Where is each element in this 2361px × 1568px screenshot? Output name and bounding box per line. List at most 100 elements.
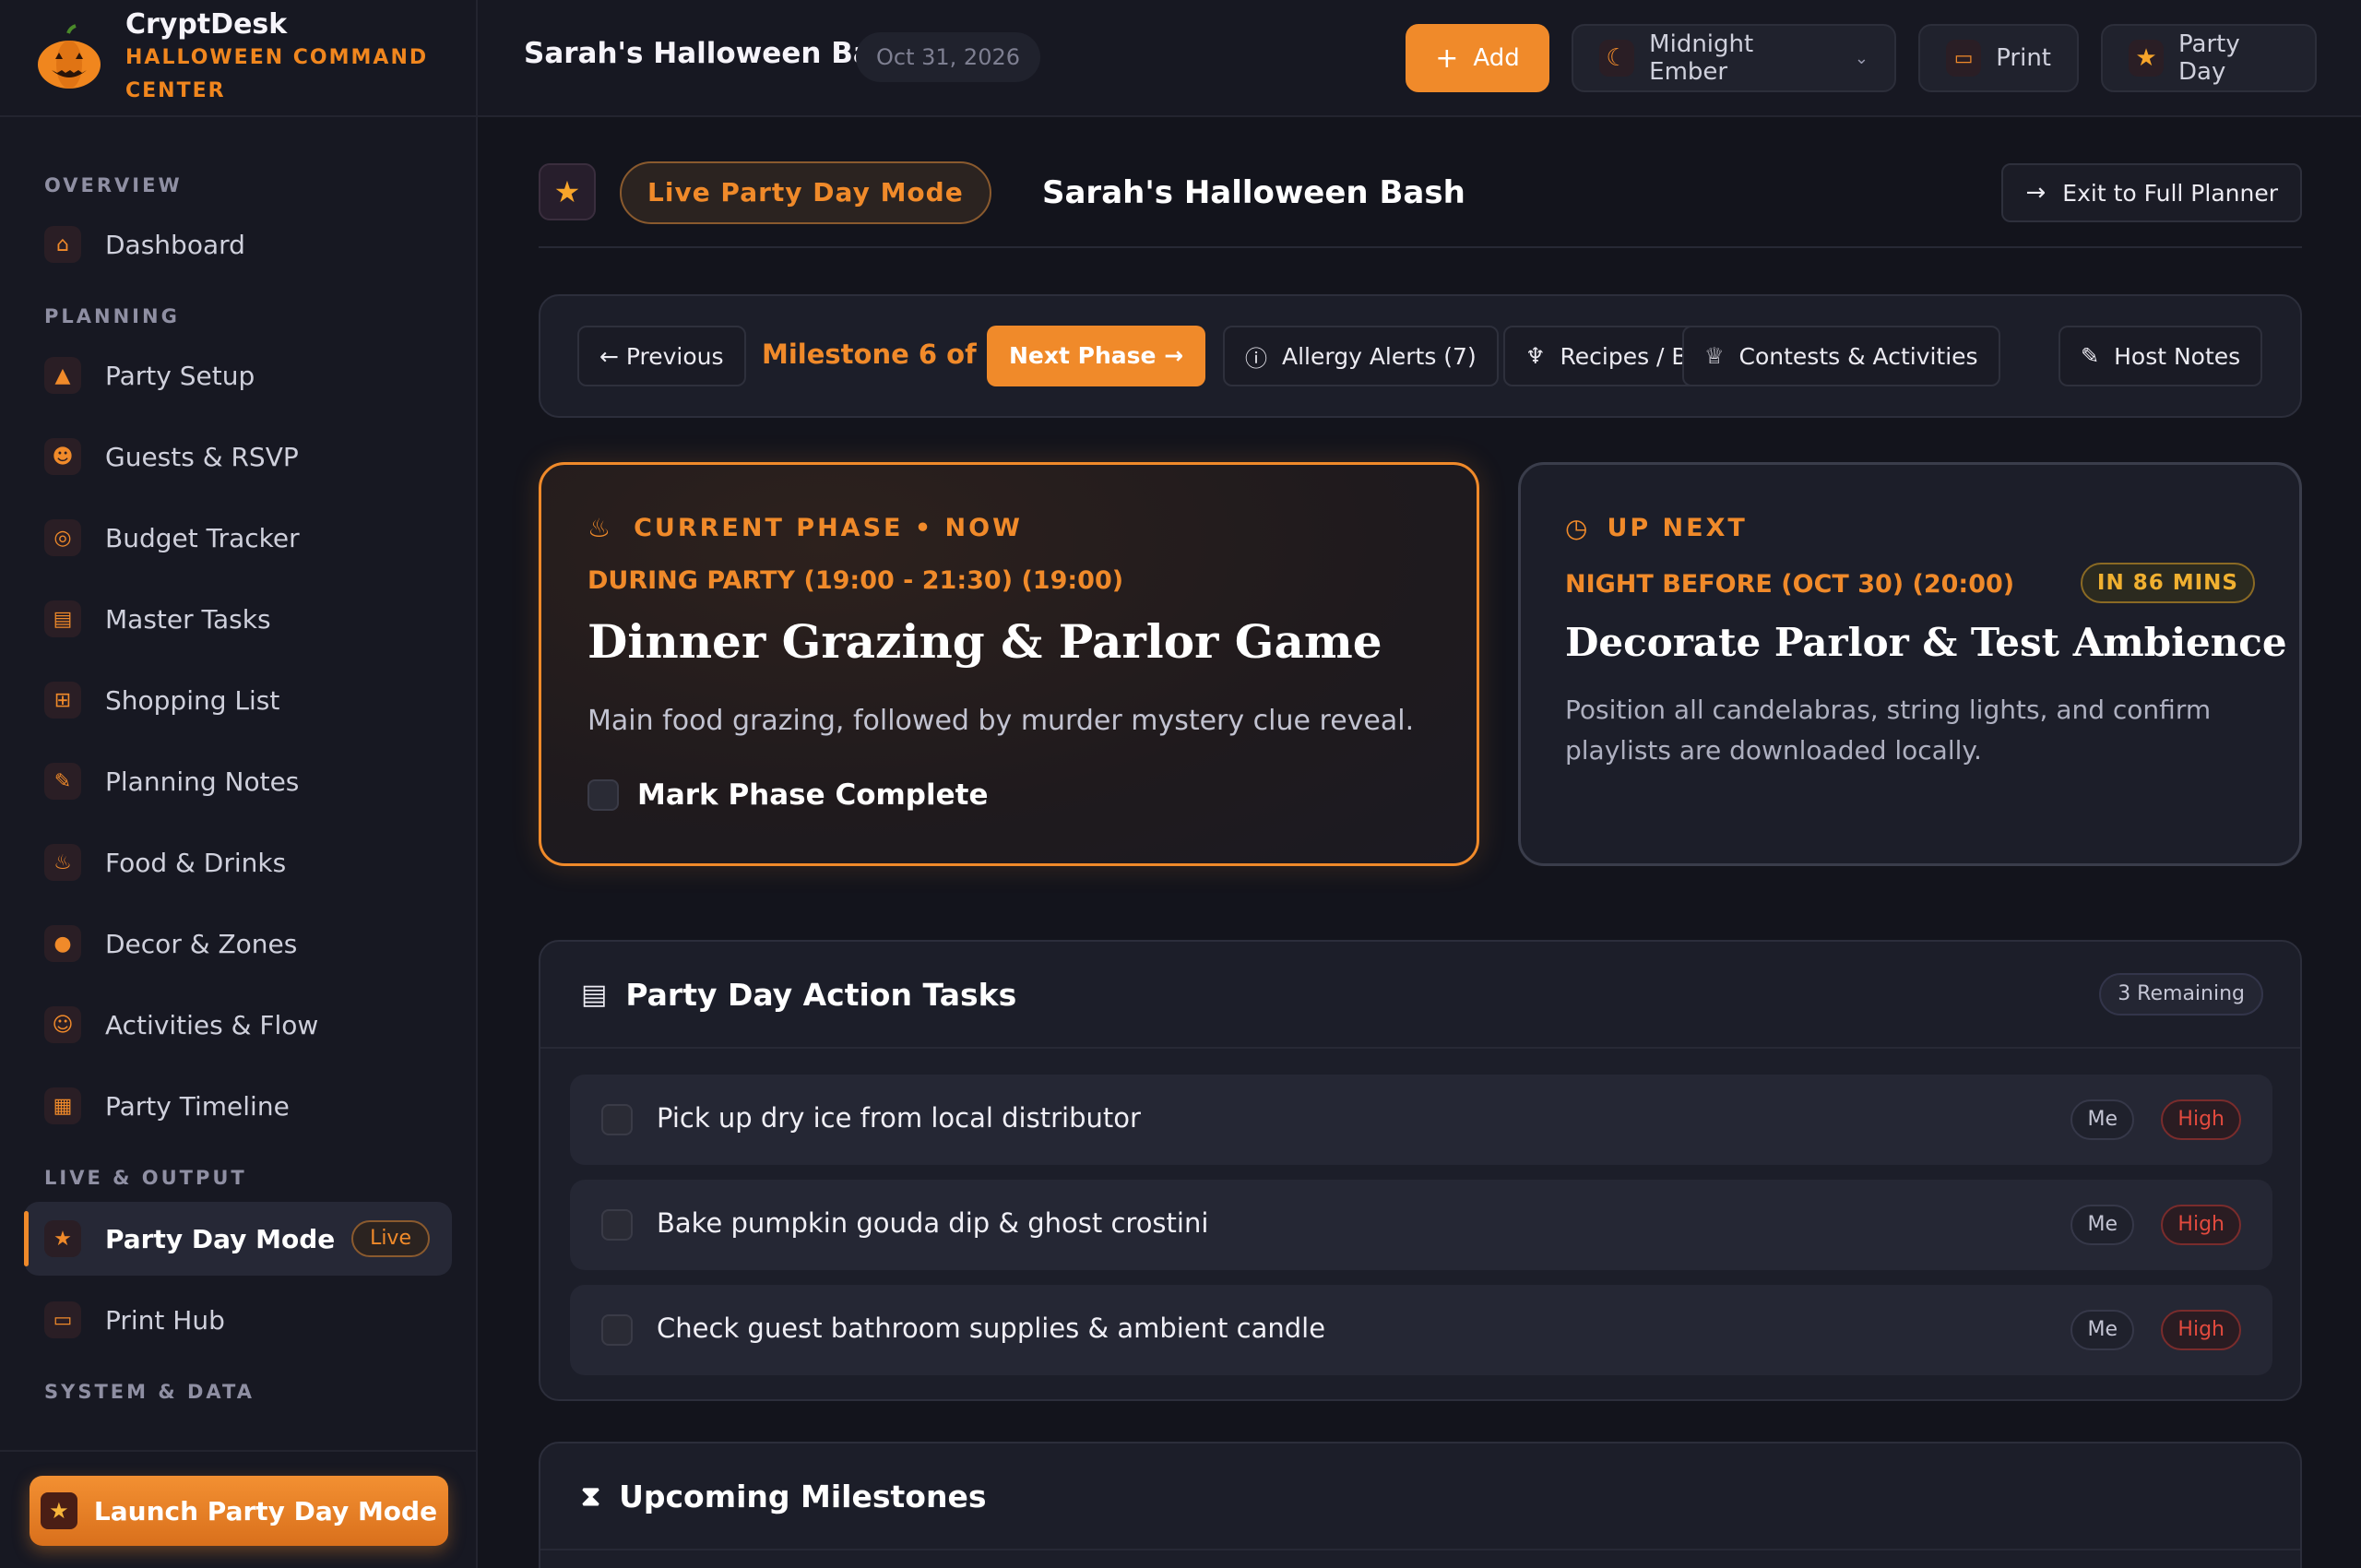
brand[interactable]: CryptDesk HALLOWEEN COMMAND CENTER	[0, 0, 476, 117]
sidebar-item-label: Party Day Mode	[105, 1223, 336, 1254]
host-notes-button[interactable]: ✎ Host Notes	[2058, 326, 2263, 386]
checkbox[interactable]	[587, 779, 619, 811]
current-phase-eyebrow-label: CURRENT PHASE • NOW	[634, 514, 1023, 542]
next-phase-button[interactable]: Next Phase →	[987, 326, 1206, 386]
sidebar-item-dashboard[interactable]: ⌂ Dashboard	[24, 208, 452, 281]
arrow-right-icon: →	[2025, 179, 2047, 207]
pumpkin-icon	[35, 23, 103, 92]
upcoming-milestones: ⧗ Upcoming Milestones	[539, 1442, 2302, 1568]
coins-icon: ◎	[44, 519, 81, 556]
theme-select[interactable]: ☾ Midnight Ember ⌄	[1572, 24, 1896, 92]
tasks-header: ▤ Party Day Action Tasks 3 Remaining	[540, 942, 2300, 1049]
mode-badge: Live Party Day Mode	[620, 161, 991, 224]
guests-icon: ☻	[44, 438, 81, 475]
chevron-down-icon: ⌄	[1854, 48, 1869, 68]
checklist-icon: ▤	[581, 979, 608, 1011]
previous-button[interactable]: ← Previous	[577, 326, 746, 386]
sidebar-item-print-hub[interactable]: ▭ Print Hub	[24, 1283, 452, 1357]
tasks-title: ▤ Party Day Action Tasks	[581, 977, 1016, 1013]
allergy-label: Allergy Alerts (7)	[1282, 342, 1477, 370]
sidebar-item-shopping[interactable]: ⊞ Shopping List	[24, 663, 452, 737]
sidebar-item-party-day-mode[interactable]: ★ Party Day Mode Live	[24, 1202, 452, 1276]
launch-party-day-button[interactable]: ★ Launch Party Day Mode	[30, 1476, 448, 1546]
task-checkbox[interactable]	[601, 1209, 633, 1241]
phase-navigation: ← Previous Milestone 6 of 9 Next Phase →…	[539, 294, 2302, 418]
current-phase-time: DURING PARTY (19:00 - 21:30) (19:00)	[587, 566, 1124, 595]
witch-hat-icon: ▲	[44, 357, 81, 394]
launch-footer: ★ Launch Party Day Mode	[0, 1450, 476, 1568]
app-root: CryptDesk HALLOWEEN COMMAND CENTER OVERV…	[0, 0, 2361, 1568]
sidebar-item-budget[interactable]: ◎ Budget Tracker	[24, 501, 452, 575]
task-checkbox[interactable]	[601, 1314, 633, 1346]
sidebar-item-decor[interactable]: ● Decor & Zones	[24, 907, 452, 980]
task-checkbox[interactable]	[601, 1104, 633, 1135]
mark-complete-label: Mark Phase Complete	[637, 778, 989, 812]
task-label: Bake pumpkin gouda dip & ghost crostini	[657, 1207, 1209, 1239]
nav-section-overview: OVERVIEW	[44, 174, 183, 196]
contests-button[interactable]: ♕ Contests & Activities	[1682, 326, 2000, 386]
priority-tag: High	[2161, 1310, 2241, 1350]
flame-icon: ♨	[587, 513, 614, 543]
sidebar-item-activities[interactable]: ☺ Activities & Flow	[24, 988, 452, 1062]
food-icon: ♨	[44, 844, 81, 881]
print-button[interactable]: ▭ Print	[1918, 24, 2079, 92]
sidebar-item-guests[interactable]: ☻ Guests & RSVP	[24, 420, 452, 493]
alert-circle-icon: ⓘ	[1245, 345, 1267, 372]
hourglass-icon: ⧗	[581, 1480, 601, 1513]
sidebar-item-party-setup[interactable]: ▲ Party Setup	[24, 339, 452, 412]
cocktail-icon: ♆	[1525, 343, 1546, 369]
priority-tag: High	[2161, 1205, 2241, 1245]
exit-label: Exit to Full Planner	[2062, 179, 2278, 207]
milestones-title: ⧗ Upcoming Milestones	[581, 1479, 986, 1515]
star-icon: ★	[40, 1492, 77, 1529]
add-label: Add	[1473, 44, 1520, 72]
page-title: Sarah's Halloween Bash	[1042, 174, 1465, 211]
party-day-button[interactable]: ★ Party Day	[2101, 24, 2317, 92]
print-label: Print	[1996, 44, 2051, 72]
task-row[interactable]: Pick up dry ice from local distributor M…	[570, 1075, 2272, 1165]
page-header: ★ Live Party Day Mode Sarah's Halloween …	[539, 161, 2302, 248]
sidebar-item-label: Shopping List	[105, 684, 280, 716]
mark-complete-checkbox[interactable]: Mark Phase Complete	[587, 778, 988, 812]
sidebar-item-label: Budget Tracker	[105, 522, 300, 553]
sidebar-item-timeline[interactable]: ▦ Party Timeline	[24, 1069, 452, 1143]
task-label: Pick up dry ice from local distributor	[657, 1102, 1141, 1134]
theme-label: Midnight Ember	[1649, 30, 1754, 86]
up-next-card: ◷ UP NEXT NIGHT BEFORE (OCT 30) (20:00) …	[1518, 462, 2302, 866]
sidebar-item-food[interactable]: ♨ Food & Drinks	[24, 826, 452, 899]
task-row[interactable]: Bake pumpkin gouda dip & ghost crostini …	[570, 1180, 2272, 1270]
brand-name: CryptDesk	[125, 8, 288, 42]
sidebar-item-label: Print Hub	[105, 1304, 225, 1336]
sidebar-item-planning-notes[interactable]: ✎ Planning Notes	[24, 744, 452, 818]
nav-section-system: SYSTEM & DATA	[44, 1381, 255, 1403]
pencil-icon: ✎	[2081, 343, 2100, 369]
remaining-badge: 3 Remaining	[2099, 973, 2263, 1016]
launch-label: Launch Party Day Mode	[93, 1495, 438, 1526]
milestone-counter: Milestone 6 of 9	[762, 339, 1004, 370]
printer-icon: ▭	[1946, 40, 1982, 77]
sidebar: CryptDesk HALLOWEEN COMMAND CENTER OVERV…	[0, 0, 478, 1568]
sidebar-item-label: Party Setup	[105, 360, 255, 391]
sidebar-item-label: Activities & Flow	[105, 1009, 319, 1040]
up-next-title: Decorate Parlor & Test Ambience	[1565, 620, 2287, 665]
contests-label: Contests & Activities	[1738, 342, 1978, 370]
topbar: Sarah's Halloween Bash Oct 31, 2026 + Ad…	[478, 0, 2361, 117]
add-button[interactable]: + Add	[1406, 24, 1549, 92]
party-day-tasks: ▤ Party Day Action Tasks 3 Remaining Pic…	[539, 940, 2302, 1401]
allergy-alerts-button[interactable]: ⓘ Allergy Alerts (7)	[1223, 326, 1499, 386]
task-row[interactable]: Check guest bathroom supplies & ambient …	[570, 1285, 2272, 1375]
moon-icon: ☾	[1599, 40, 1635, 77]
sidebar-item-master-tasks[interactable]: ▤ Master Tasks	[24, 582, 452, 656]
milestones-header: ⧗ Upcoming Milestones	[540, 1443, 2300, 1550]
sidebar-item-label: Dashboard	[105, 229, 245, 260]
live-badge: Live	[351, 1220, 430, 1257]
tasks-title-label: Party Day Action Tasks	[625, 977, 1017, 1013]
milestones-title-label: Upcoming Milestones	[619, 1479, 987, 1515]
task-label: Check guest bathroom supplies & ambient …	[657, 1313, 1326, 1344]
sidebar-item-label: Master Tasks	[105, 603, 271, 635]
exit-planner-button[interactable]: → Exit to Full Planner	[2001, 163, 2302, 222]
host-notes-label: Host Notes	[2114, 342, 2241, 370]
assignee-tag: Me	[2070, 1099, 2134, 1140]
event-date: Oct 31, 2026	[856, 32, 1040, 82]
current-phase-card: ♨ CURRENT PHASE • NOW DURING PARTY (19:0…	[539, 462, 1479, 866]
